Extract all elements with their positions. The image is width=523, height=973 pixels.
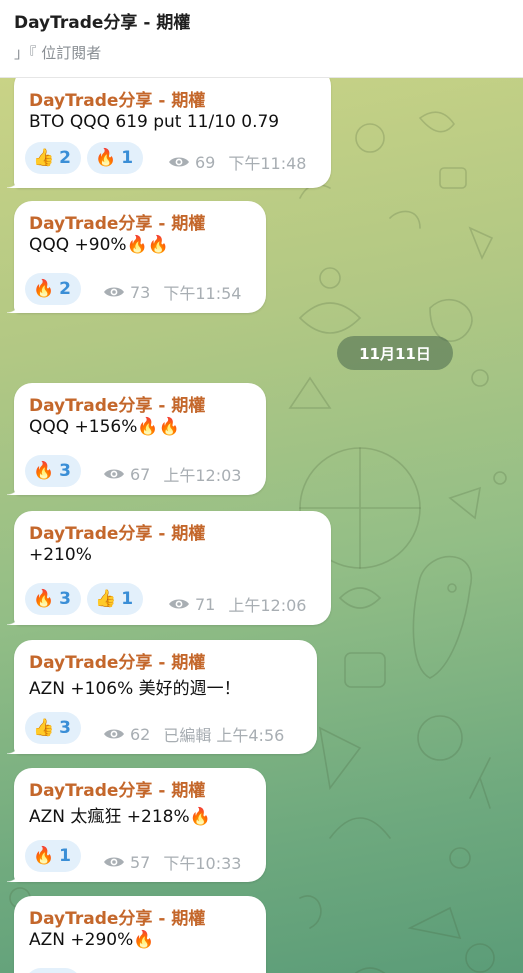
view-count: 69	[195, 152, 216, 172]
chat-background: DayTrade分享 - 期權 BTO QQQ 619 put 11/10 0.…	[0, 78, 523, 973]
message-meta: 71 上午12:06	[168, 592, 306, 616]
reactions-row	[25, 968, 81, 973]
reaction-count: 1	[121, 589, 134, 609]
message-time: 下午11:54	[163, 284, 242, 303]
reaction-fire[interactable]: 🔥 1	[25, 840, 82, 872]
view-count: 71	[195, 594, 216, 614]
message-bubble[interactable]: DayTrade分享 - 期權 AZN +106% 美好的週一！ 👍 3 62 …	[7, 640, 317, 754]
reaction-count: 3	[59, 589, 72, 609]
reaction-count: 2	[59, 279, 72, 299]
message-text: AZN +106% 美好的週一！	[29, 679, 241, 699]
reactions-row: 👍 2 🔥 1	[25, 142, 144, 174]
message-sender[interactable]: DayTrade分享 - 期權	[29, 519, 205, 544]
eye-icon	[169, 157, 189, 167]
reaction-count: 3	[59, 461, 72, 481]
message-text: AZN 太瘋狂 +218%🔥	[29, 807, 211, 827]
message-text: AZN +290%🔥	[29, 930, 155, 950]
reaction-count: 3	[59, 718, 72, 738]
message-text: +210%	[29, 545, 92, 565]
view-count: 73	[130, 282, 151, 302]
message-bubble[interactable]: DayTrade分享 - 期權 QQQ +156%🔥🔥 🔥 3 67 上午12:…	[7, 383, 266, 495]
message-time: 下午10:33	[163, 854, 242, 873]
message-sender[interactable]: DayTrade分享 - 期權	[29, 86, 205, 111]
reactions-row: 🔥 1	[25, 840, 82, 872]
message-meta: 69 下午11:48	[168, 150, 306, 174]
eye-icon	[104, 729, 124, 739]
reaction-thumbs-up[interactable]: 👍 1	[87, 583, 144, 615]
eye-icon	[104, 857, 124, 867]
reactions-row: 🔥 2	[25, 273, 82, 305]
message-meta: 57 下午10:33	[103, 850, 241, 874]
eye-icon	[169, 599, 189, 609]
view-count: 62	[130, 724, 151, 744]
reaction-thumbs-up[interactable]: 👍 2	[25, 142, 82, 174]
reaction-thumbs-up[interactable]: 👍 3	[25, 712, 82, 744]
fire-icon: 🔥	[33, 460, 55, 481]
thumbs-up-icon: 👍	[95, 588, 117, 609]
channel-title: DayTrade分享 - 期權	[14, 13, 191, 33]
reactions-row: 👍 3	[25, 712, 82, 744]
eye-icon	[104, 287, 124, 297]
reaction-fire[interactable]: 🔥 1	[87, 142, 144, 174]
message-sender[interactable]: DayTrade分享 - 期權	[29, 209, 205, 234]
message-sender[interactable]: DayTrade分享 - 期權	[29, 904, 205, 929]
message-sender[interactable]: DayTrade分享 - 期權	[29, 776, 205, 801]
message-bubble[interactable]: DayTrade分享 - 期權 BTO QQQ 619 put 11/10 0.…	[7, 78, 331, 188]
view-count: 57	[130, 852, 151, 872]
thumbs-up-icon: 👍	[33, 147, 55, 168]
edited-label: 已編輯	[163, 726, 212, 745]
date-divider: 11月11日	[337, 336, 453, 370]
reactions-row: 🔥 3	[25, 455, 82, 487]
reaction-fire[interactable]: 🔥 3	[25, 455, 82, 487]
reaction-count: 1	[121, 148, 134, 168]
message-time: 上午12:06	[228, 596, 307, 615]
chat-header[interactable]: DayTrade分享 - 期權 」『 位訂閱者	[0, 0, 523, 78]
reactions-row: 🔥 3 👍 1	[25, 583, 144, 615]
message-meta: 73 下午11:54	[103, 280, 241, 304]
message-bubble[interactable]: DayTrade分享 - 期權 AZN 太瘋狂 +218%🔥 🔥 1 57 下午…	[7, 768, 266, 882]
message-text: QQQ +90%🔥🔥	[29, 235, 169, 255]
reaction-fire[interactable]: 🔥 2	[25, 273, 82, 305]
message-time: 下午11:48	[228, 154, 307, 173]
message-time: 上午12:03	[163, 466, 242, 485]
thumbs-up-icon: 👍	[33, 717, 55, 738]
message-sender[interactable]: DayTrade分享 - 期權	[29, 391, 205, 416]
message-bubble[interactable]: DayTrade分享 - 期權 QQQ +90%🔥🔥 🔥 2 73 下午11:5…	[7, 201, 266, 313]
subscriber-count: 」『 位訂閱者	[14, 44, 102, 62]
message-meta: 67 上午12:03	[103, 462, 241, 486]
reaction-fire[interactable]: 🔥 3	[25, 583, 82, 615]
message-bubble[interactable]: DayTrade分享 - 期權 +210% 🔥 3 👍 1 71 上午12:06	[7, 511, 331, 625]
message-meta: 62 已編輯 上午4:56	[103, 722, 284, 746]
reaction-count: 1	[59, 846, 72, 866]
reaction-count: 2	[59, 148, 72, 168]
message-text: QQQ +156%🔥🔥	[29, 417, 180, 437]
message-bubble[interactable]: DayTrade分享 - 期權 AZN +290%🔥	[14, 896, 266, 973]
fire-icon: 🔥	[95, 147, 117, 168]
message-sender[interactable]: DayTrade分享 - 期權	[29, 648, 205, 673]
fire-icon: 🔥	[33, 845, 55, 866]
fire-icon: 🔥	[33, 588, 55, 609]
message-time: 上午4:56	[216, 726, 285, 745]
reaction-partial[interactable]	[25, 968, 81, 973]
eye-icon	[104, 469, 124, 479]
fire-icon: 🔥	[33, 278, 55, 299]
message-text: BTO QQQ 619 put 11/10 0.79	[29, 112, 280, 132]
view-count: 67	[130, 464, 151, 484]
